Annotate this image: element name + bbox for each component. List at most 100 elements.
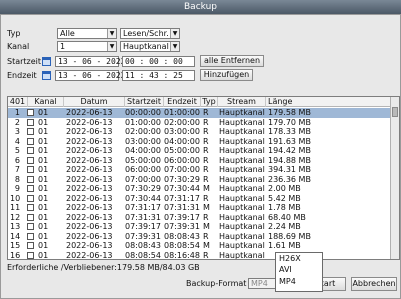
cell-len: 1.61 MB — [268, 241, 301, 250]
cell-ch: 01 — [38, 184, 49, 193]
row-checkbox[interactable] — [27, 232, 34, 240]
table-row[interactable]: 11 01 2022-06-13 07:31:17 07:31:31 M Hauptkana… — [8, 203, 391, 213]
cell-start: 07:31:17 — [125, 203, 161, 212]
scrollbar-thumb[interactable] — [392, 107, 398, 117]
row-checkbox[interactable] — [27, 166, 34, 173]
mode-select[interactable]: Lesen/Schr. ▼ — [120, 28, 180, 39]
table-row[interactable]: 16 01 2022-06-13 08:08:54 08:16:48 R Hauptkana… — [8, 250, 391, 260]
row-checkbox[interactable] — [27, 223, 34, 230]
cell-len: 68.40 MB — [268, 212, 306, 222]
start-date-field[interactable]: 13 - 06 - 2022 — [55, 56, 125, 67]
table-row[interactable]: 10 01 2022-06-13 07:30:44 07:31:17 R Hauptkana… — [8, 194, 391, 204]
cell-start: 06:00:00 — [125, 165, 161, 174]
cell-n: 1 — [14, 108, 20, 117]
cell-stream: Hauptkanal — [219, 174, 265, 184]
remove-all-button[interactable]: alle Entfernen — [200, 55, 264, 67]
table-row[interactable]: 9 01 2022-06-13 07:30:29 07:30:44 M Hauptkanal… — [8, 184, 391, 194]
header-stream: Stream — [218, 97, 266, 107]
cell-date: 2022-06-13 — [66, 165, 113, 174]
table-row[interactable]: 15 01 2022-06-13 08:08:43 08:08:54 M Hauptkana… — [8, 241, 391, 251]
calendar-icon[interactable] — [42, 57, 51, 66]
cell-start: 07:39:31 — [125, 231, 161, 241]
cell-type: R — [203, 174, 209, 184]
cell-n: 7 — [14, 165, 20, 174]
cell-ch: 01 — [38, 136, 49, 146]
cell-len: 236.36 MB — [268, 174, 311, 184]
cell-len: 2.24 MB — [268, 222, 301, 231]
table-scrollbar[interactable] — [390, 97, 399, 259]
cell-type: R — [203, 108, 209, 117]
cell-len: 5.42 MB — [268, 193, 301, 203]
row-checkbox[interactable] — [27, 242, 34, 249]
row-checkbox[interactable] — [27, 128, 34, 135]
table-row[interactable]: 2 01 2022-06-13 01:00:00 02:00:00 R Hauptkanal… — [8, 118, 391, 128]
end-time-field[interactable]: 11 : 43 : 25 — [122, 70, 195, 81]
cancel-button[interactable]: Abbrechen — [351, 277, 397, 291]
row-checkbox[interactable] — [27, 213, 34, 221]
backup-window: Typ Alle ▼ Lesen/Schr. ▼ Kanal 1 ▼ Haupt… — [0, 14, 401, 299]
cell-end: 07:31:17 — [164, 193, 200, 203]
row-checkbox[interactable] — [27, 118, 34, 126]
start-time-field[interactable]: 00 : 00 : 00 — [122, 56, 195, 67]
header-length: Länge — [268, 97, 293, 106]
row-checkbox[interactable] — [27, 251, 34, 259]
calendar-icon[interactable] — [42, 71, 51, 80]
row-checkbox[interactable] — [27, 194, 34, 202]
table-row[interactable]: 8 01 2022-06-13 07:00:00 07:30:29 R Hauptkanal… — [8, 175, 391, 185]
row-checkbox[interactable] — [27, 137, 34, 145]
table-row[interactable]: 6 01 2022-06-13 05:00:00 06:00:00 R Hauptkanal… — [8, 156, 391, 166]
cell-len: 179.70 MB — [268, 117, 311, 127]
add-button[interactable]: Hinzufügen — [200, 69, 253, 81]
format-option-avi[interactable]: AVI — [279, 265, 292, 274]
table-row[interactable]: 4 01 2022-06-13 03:00:00 04:00:00 R Hauptkanal… — [8, 137, 391, 147]
cell-len: 178.33 MB — [268, 127, 311, 136]
type-select[interactable]: Alle ▼ — [57, 28, 117, 39]
header-start: Startzeit — [125, 97, 164, 107]
cell-end: 01:00:00 — [164, 108, 200, 117]
cell-type: R — [203, 231, 209, 241]
cell-n: 14 — [10, 231, 21, 241]
table-row[interactable]: 12 01 2022-06-13 07:31:31 07:39:17 R Hauptkana… — [8, 213, 391, 223]
table-row[interactable]: 7 01 2022-06-13 06:00:00 07:00:00 R Hauptkanal… — [8, 165, 391, 175]
cell-type: M — [203, 241, 210, 250]
stream-select[interactable]: Hauptkanal ▼ — [120, 41, 180, 52]
row-checkbox[interactable] — [27, 185, 34, 192]
cell-stream: Hauptkanal — [219, 193, 265, 203]
format-option-h26x[interactable]: H26X — [279, 254, 301, 263]
row-checkbox[interactable] — [27, 204, 34, 211]
cell-type: R — [203, 193, 209, 203]
row-checkbox[interactable] — [27, 147, 34, 154]
backup-format-label: Backup-Format — [186, 279, 247, 288]
cell-ch: 01 — [38, 165, 49, 174]
row-checkbox[interactable] — [27, 156, 34, 164]
cell-stream: Hauptkanal — [219, 203, 265, 212]
table-row[interactable]: 5 01 2022-06-13 04:00:00 05:00:00 R Hauptkanal… — [8, 146, 391, 156]
cell-start: 05:00:00 — [125, 155, 161, 165]
cell-date: 2022-06-13 — [66, 203, 113, 212]
cell-len: 191.63 MB — [268, 136, 311, 146]
table-row[interactable]: 14 01 2022-06-13 07:39:31 08:08:43 R Hauptkana… — [8, 232, 391, 242]
cell-ch: 01 — [38, 146, 49, 155]
table-row[interactable]: 3 01 2022-06-13 02:00:00 03:00:00 R Hauptkanal… — [8, 127, 391, 137]
end-date-field[interactable]: 13 - 06 - 2022 — [55, 70, 125, 81]
cell-n: 2 — [14, 117, 20, 127]
cell-end: 08:08:43 — [164, 231, 200, 241]
format-option-mp4[interactable]: MP4 — [279, 277, 296, 286]
cell-date: 2022-06-13 — [66, 250, 113, 260]
type-label: Typ — [7, 29, 21, 38]
cell-n: 4 — [14, 136, 20, 146]
table-row[interactable]: 13 01 2022-06-13 07:39:17 07:39:31 M Hauptkana… — [8, 222, 391, 232]
cell-start: 07:30:44 — [125, 193, 161, 203]
table-row[interactable]: 1 01 2022-06-13 00:00:00 01:00:00 R Hauptkanal… — [8, 108, 391, 118]
row-checkbox[interactable] — [27, 175, 34, 183]
mode-select-value: Lesen/Schr. — [123, 29, 169, 38]
window-title: Backup — [0, 0, 401, 14]
chevron-down-icon: ▼ — [170, 29, 179, 38]
cell-end: 07:39:17 — [164, 212, 200, 222]
channel-select[interactable]: 1 ▼ — [57, 41, 117, 52]
cell-start: 07:30:29 — [125, 184, 161, 193]
cell-type: R — [203, 212, 209, 222]
cell-start: 02:00:00 — [125, 127, 161, 136]
row-checkbox[interactable] — [27, 109, 34, 116]
cell-stream: Hauptkanal — [219, 165, 265, 174]
